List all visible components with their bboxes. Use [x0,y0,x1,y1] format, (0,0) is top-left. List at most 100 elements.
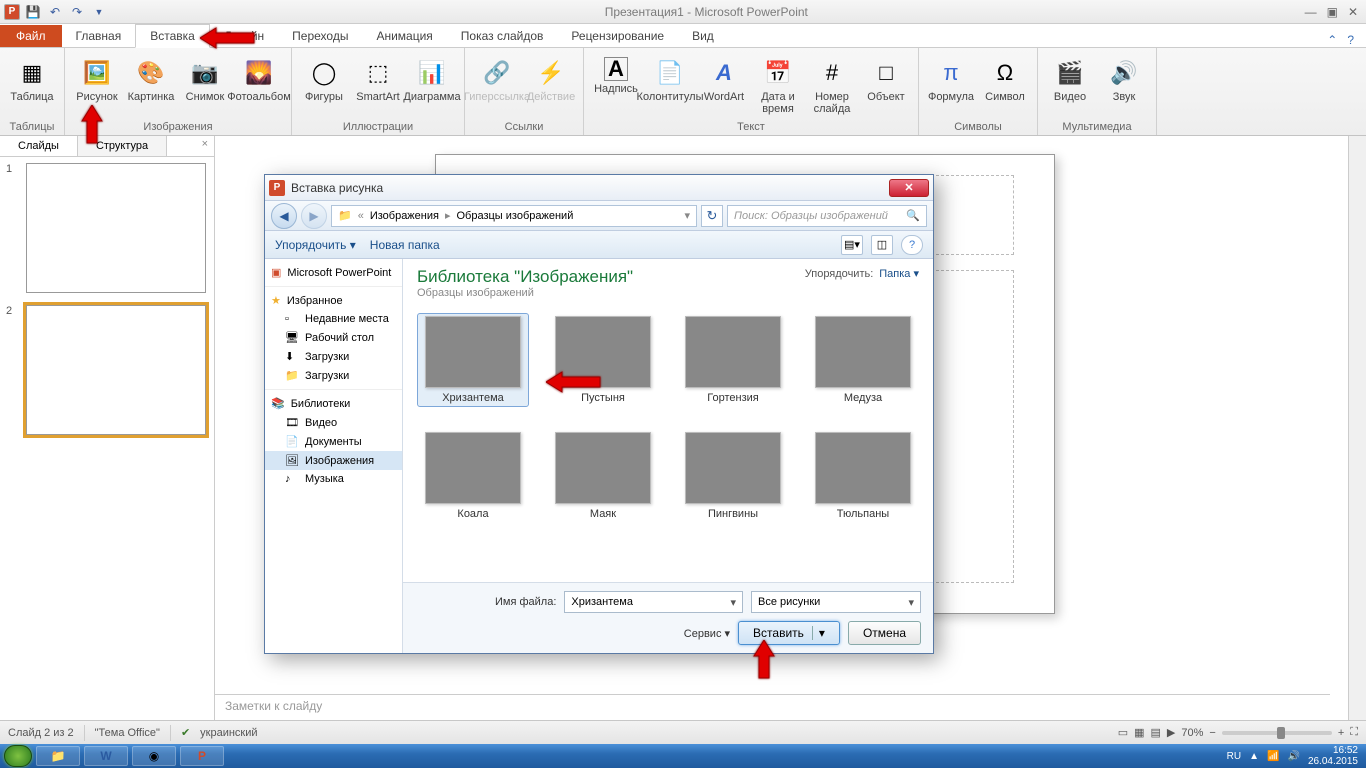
insert-audio-button[interactable]: 🔊Звук [1098,54,1150,106]
tree-images[interactable]: 🖼Изображения [265,451,402,470]
tray-clock[interactable]: 16:52 26.04.2015 [1308,745,1358,767]
tools-dropdown[interactable]: Сервис ▾ [684,627,730,640]
vertical-scrollbar[interactable] [1348,136,1366,720]
newfolder-button[interactable]: Новая папка [370,238,440,252]
panel-tab-slides[interactable]: Слайды [0,136,78,156]
help-icon[interactable]: ? [1347,33,1354,47]
fit-to-window-icon[interactable]: ⛶ [1350,726,1358,739]
insert-datetime-button[interactable]: 📅Дата и время [752,54,804,118]
insert-symbol-button[interactable]: ΩСимвол [979,54,1031,106]
tab-home[interactable]: Главная [62,25,136,47]
tree-downloads[interactable]: ⬇Загрузки [265,347,402,366]
tab-view[interactable]: Вид [678,25,728,47]
tree-music[interactable]: ♪Музыка [265,470,402,488]
insert-equation-button[interactable]: πФормула [925,54,977,106]
tree-ppt[interactable]: ▣Microsoft PowerPoint [265,263,402,282]
zoom-out-button[interactable]: − [1209,727,1215,739]
spellcheck-icon[interactable]: ✔ [181,726,190,739]
tree-libraries[interactable]: 📚Библиотеки [265,394,402,413]
tree-favorites[interactable]: ★Избранное [265,291,402,310]
tree-docs[interactable]: 📄Документы [265,432,402,451]
panel-close-icon[interactable]: × [196,136,214,156]
tree-downloads2[interactable]: 📁Загрузки [265,366,402,385]
insert-slidenum-button[interactable]: #Номер слайда [806,54,858,118]
zoom-value[interactable]: 70% [1181,727,1203,739]
file-item-4[interactable]: Коала [417,429,529,523]
file-item-0[interactable]: Хризантема [417,313,529,407]
insert-shapes-button[interactable]: ◯Фигуры [298,54,350,106]
insert-table-button[interactable]: ▦Таблица [6,54,58,106]
crumb-samples[interactable]: Образцы изображений [457,210,574,222]
minimize-button[interactable]: — [1305,5,1317,19]
breadcrumb[interactable]: 📁 « Изображения ▸ Образцы изображений ▾ [331,205,697,227]
qat-undo-icon[interactable]: ↶ [46,3,64,21]
tray-lang[interactable]: RU [1227,751,1241,762]
tab-insert[interactable]: Вставка [135,24,210,48]
dialog-close-button[interactable]: ✕ [889,179,929,197]
nav-back-button[interactable]: ◀ [271,203,297,229]
view-sorter-icon[interactable]: ▦ [1134,726,1144,739]
insert-wordart-button[interactable]: AWordArt [698,54,750,106]
insert-clipart-button[interactable]: 🎨Картинка [125,54,177,106]
organize-button[interactable]: Упорядочить ▾ [275,238,356,252]
taskbar-explorer[interactable]: 📁 [36,746,80,766]
qat-dropdown-icon[interactable]: ▼ [90,3,108,21]
view-normal-icon[interactable]: ▭ [1118,726,1128,739]
view-mode-button[interactable]: ▤▾ [841,235,863,255]
nav-forward-button[interactable]: ▶ [301,203,327,229]
maximize-button[interactable]: ▣ [1327,5,1338,19]
refresh-button[interactable]: ↻ [701,205,723,227]
insert-hyperlink-button[interactable]: 🔗Гиперссылка [471,54,523,106]
insert-action-button[interactable]: ⚡Действие [525,54,577,106]
close-button[interactable]: ✕ [1348,5,1358,19]
tab-transitions[interactable]: Переходы [278,25,362,47]
view-slideshow-icon[interactable]: ▶ [1167,726,1175,739]
ribbon-minimize-icon[interactable]: ⌃ [1327,33,1337,47]
insert-headerfooter-button[interactable]: 📄Колонтитулы [644,54,696,106]
start-button[interactable] [4,745,32,767]
tab-slideshow[interactable]: Показ слайдов [447,25,558,47]
tray-flag-icon[interactable]: ▲ [1249,751,1259,762]
tray-network-icon[interactable]: 📶 [1267,751,1279,762]
crumb-dropdown-icon[interactable]: ▾ [684,209,690,222]
file-item-3[interactable]: Медуза [807,313,919,407]
taskbar-chrome[interactable]: ◉ [132,746,176,766]
notes-pane[interactable]: Заметки к слайду [215,694,1330,720]
insert-album-button[interactable]: 🌄Фотоальбом [233,54,285,106]
qat-save-icon[interactable]: 💾 [24,3,42,21]
insert-video-button[interactable]: 🎬Видео [1044,54,1096,106]
tab-file[interactable]: Файл [0,25,62,47]
thumb-2[interactable]: 2 [6,305,208,435]
insert-screenshot-button[interactable]: 📷Снимок [179,54,231,106]
qat-redo-icon[interactable]: ↷ [68,3,86,21]
dialog-titlebar[interactable]: P Вставка рисунка ✕ [265,175,933,201]
tree-video[interactable]: 🎞Видео [265,413,402,432]
tree-desktop[interactable]: 🖥Рабочий стол [265,328,402,347]
taskbar-powerpoint[interactable]: P [180,746,224,766]
zoom-in-button[interactable]: + [1338,727,1344,739]
preview-pane-button[interactable]: ◫ [871,235,893,255]
zoom-slider[interactable] [1222,731,1332,735]
insert-chart-button[interactable]: 📊Диаграмма [406,54,458,106]
filename-input[interactable]: Хризантема▾ [564,591,743,613]
search-input[interactable]: Поиск: Образцы изображений 🔍 [727,205,927,227]
cancel-button[interactable]: Отмена [848,621,921,645]
insert-object-button[interactable]: □Объект [860,54,912,106]
insert-picture-button[interactable]: 🖼️Рисунок [71,54,123,106]
dialog-help-icon[interactable]: ? [901,235,923,255]
tab-animation[interactable]: Анимация [362,25,446,47]
file-item-7[interactable]: Тюльпаны [807,429,919,523]
file-item-6[interactable]: Пингвины [677,429,789,523]
insert-textbox-button[interactable]: AНадпись [590,54,642,98]
file-filter-dropdown[interactable]: Все рисунки▾ [751,591,921,613]
crumb-images[interactable]: Изображения [370,210,439,222]
taskbar-word[interactable]: W [84,746,128,766]
file-item-5[interactable]: Маяк [547,429,659,523]
tree-recent[interactable]: ▫Недавние места [265,310,402,328]
status-language[interactable]: украинский [200,727,257,739]
thumb-1[interactable]: 1 [6,163,208,293]
tray-sound-icon[interactable]: 🔊 [1287,751,1299,762]
sort-dropdown[interactable]: Папка ▾ [879,267,919,280]
tab-review[interactable]: Рецензирование [557,25,678,47]
view-reading-icon[interactable]: ▤ [1151,726,1161,739]
